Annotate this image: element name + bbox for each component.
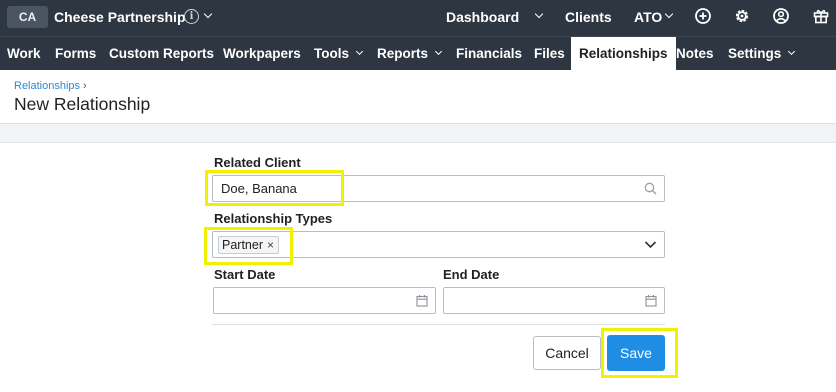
page-header: Relationships › New Relationship: [0, 70, 836, 124]
nav-notes[interactable]: Notes: [676, 37, 714, 70]
cancel-button[interactable]: Cancel: [533, 336, 601, 370]
ato-link[interactable]: ATO: [634, 9, 662, 25]
nav-reports-label: Reports: [377, 46, 429, 61]
nav-forms-label: Forms: [55, 46, 97, 61]
breadcrumb-relationships-link[interactable]: Relationships: [14, 80, 80, 92]
nav-work-label: Work: [7, 46, 41, 61]
nav-settings-label: Settings: [728, 46, 782, 61]
dashboard-chevron-down-icon[interactable]: [534, 9, 544, 19]
nav-notes-label: Notes: [676, 46, 714, 61]
nav-tools[interactable]: Tools: [314, 37, 364, 70]
gear-icon[interactable]: [733, 7, 751, 25]
nav-forms[interactable]: Forms: [55, 37, 96, 70]
client-name[interactable]: Cheese Partnership: [54, 9, 186, 25]
relationship-type-highlight: [204, 227, 293, 265]
nav-work[interactable]: Work: [7, 37, 41, 70]
add-circle-icon[interactable]: [694, 7, 712, 25]
start-date-input[interactable]: [213, 287, 436, 314]
save-button-highlight: [601, 328, 678, 378]
reports-chevron-down-icon: [434, 47, 443, 56]
nav-relationships-label: Relationships: [579, 46, 668, 61]
nav-settings[interactable]: Settings: [728, 37, 796, 70]
nav-workpapers[interactable]: Workpapers: [223, 37, 301, 70]
nav-reports[interactable]: Reports: [377, 37, 443, 70]
calendar-icon[interactable]: [416, 294, 428, 307]
form-divider: [212, 324, 665, 325]
calendar-icon[interactable]: [645, 294, 657, 307]
search-icon[interactable]: [644, 182, 657, 195]
gift-icon[interactable]: [812, 7, 830, 25]
clients-link[interactable]: Clients: [565, 9, 612, 25]
tools-chevron-down-icon: [355, 47, 364, 56]
nav-files-label: Files: [534, 46, 565, 61]
ato-chevron-down-icon[interactable]: [664, 9, 674, 19]
chevron-down-icon[interactable]: [644, 240, 657, 249]
breadcrumb-separator: ›: [83, 80, 87, 92]
top-bar: CA Cheese Partnership i Dashboard Client…: [0, 0, 836, 36]
end-date-label: End Date: [443, 267, 500, 282]
related-client-highlight: [205, 170, 344, 206]
dashboard-link[interactable]: Dashboard: [446, 9, 519, 25]
nav-custom-reports-label: Custom Reports: [109, 46, 215, 61]
nav-custom-reports[interactable]: Custom Reports: [109, 37, 214, 70]
info-icon[interactable]: i: [184, 9, 199, 24]
client-initials-badge[interactable]: CA: [7, 6, 48, 28]
nav-relationships[interactable]: Relationships: [571, 37, 676, 70]
nav-financials[interactable]: Financials: [456, 37, 522, 70]
client-chevron-down-icon[interactable]: [203, 9, 213, 19]
start-date-label: Start Date: [214, 267, 276, 282]
relationship-types-label: Relationship Types: [214, 211, 333, 226]
nav-tools-label: Tools: [314, 46, 349, 61]
nav-financials-label: Financials: [456, 46, 523, 61]
nav-workpapers-label: Workpapers: [223, 46, 301, 61]
nav-files[interactable]: Files: [534, 37, 565, 70]
user-account-icon[interactable]: [772, 7, 790, 25]
page-title: New Relationship: [14, 94, 151, 114]
breadcrumb: Relationships ›: [14, 80, 87, 92]
settings-chevron-down-icon: [788, 47, 796, 56]
related-client-label: Related Client: [214, 155, 301, 170]
end-date-input[interactable]: [443, 287, 665, 314]
main-nav: Work Forms Custom Reports Workpapers Too…: [0, 36, 836, 70]
